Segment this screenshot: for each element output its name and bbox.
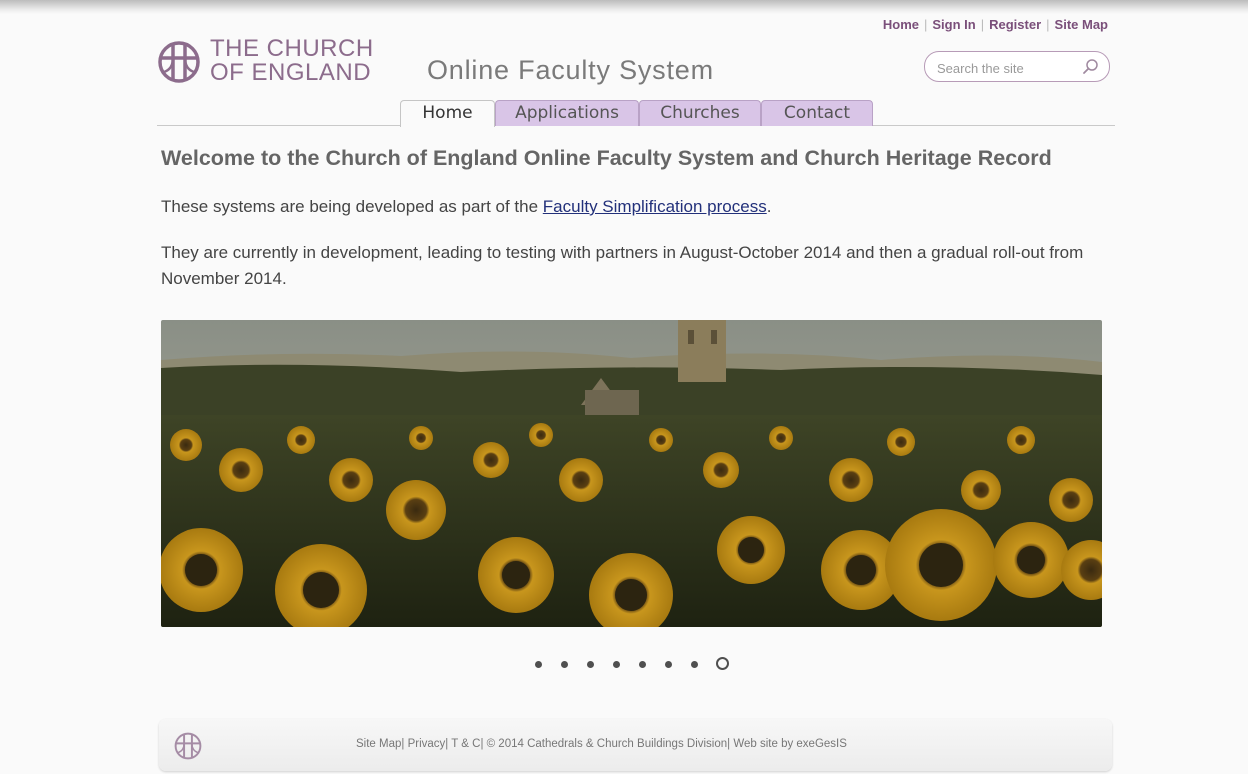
slide-dot[interactable] — [613, 661, 620, 668]
top-link-site-map[interactable]: Site Map — [1055, 17, 1108, 32]
church-of-england-logo[interactable]: THE CHURCH OF ENGLAND — [156, 37, 376, 85]
slide-dot[interactable] — [535, 661, 542, 668]
top-link-register[interactable]: Register — [989, 17, 1041, 32]
tab-contact[interactable]: Contact — [761, 100, 873, 126]
footer-link-terms[interactable]: T & C — [451, 738, 480, 750]
intro-text: These systems are being developed as par… — [161, 197, 543, 216]
search-icon[interactable] — [1082, 58, 1099, 75]
slide-dot[interactable] — [665, 661, 672, 668]
footer-text: Site Map| Privacy| T & C| © 2014 Cathedr… — [356, 738, 847, 750]
sunflower-field-church-photo — [161, 320, 1102, 627]
separator: | — [1046, 17, 1050, 32]
top-links: Home | Sign In | Register | Site Map — [883, 17, 1108, 32]
footer-link-privacy[interactable]: Privacy — [408, 738, 446, 750]
window-top-edge — [0, 0, 1248, 14]
faculty-simplification-link[interactable]: Faculty Simplification process — [543, 197, 767, 216]
development-paragraph: They are currently in development, leadi… — [161, 243, 1084, 288]
site-title: Online Faculty System — [427, 55, 714, 85]
intro-paragraph: These systems are being developed as par… — [161, 194, 1111, 220]
separator: | — [923, 17, 928, 32]
slide-dot[interactable] — [587, 661, 594, 668]
footer: Site Map| Privacy| T & C| © 2014 Cathedr… — [159, 719, 1112, 771]
logo-line-1: THE CHURCH — [210, 35, 374, 62]
footer-link-site-map[interactable]: Site Map — [356, 738, 401, 750]
logo-wordmark: THE CHURCH OF ENGLAND — [210, 37, 380, 85]
slide-dot-active[interactable] — [716, 657, 729, 670]
search-input[interactable] — [935, 57, 1079, 79]
logo-line-2: OF ENGLAND — [210, 59, 372, 86]
footer-credit-link[interactable]: Web site by exeGesIS — [733, 738, 847, 750]
slideshow-image[interactable] — [161, 320, 1102, 627]
separator: | — [980, 17, 985, 32]
tab-applications[interactable]: Applications — [495, 100, 639, 126]
top-link-sign-in[interactable]: Sign In — [932, 17, 975, 32]
church-of-england-emblem-icon — [158, 41, 200, 83]
page-heading: Welcome to the Church of England Online … — [161, 146, 1052, 170]
footer-copyright: © 2014 Cathedrals & Church Buildings Div… — [486, 738, 728, 750]
top-link-home[interactable]: Home — [883, 17, 919, 32]
tab-home[interactable]: Home — [400, 100, 495, 127]
search-box — [924, 51, 1110, 82]
slide-dot[interactable] — [691, 661, 698, 668]
intro-text-end: . — [766, 197, 772, 216]
tab-churches[interactable]: Churches — [639, 100, 761, 126]
slide-dot[interactable] — [639, 661, 646, 668]
church-of-england-emblem-icon — [174, 732, 202, 760]
slide-dot[interactable] — [561, 661, 568, 668]
